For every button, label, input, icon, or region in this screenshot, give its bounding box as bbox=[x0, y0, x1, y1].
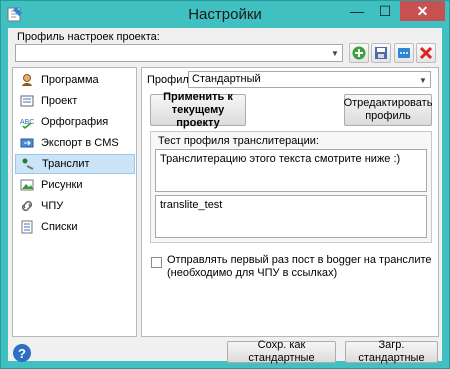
sidebar-item-label: ЧПУ bbox=[41, 200, 64, 212]
help-icon[interactable]: ? bbox=[13, 344, 31, 362]
floppy-icon bbox=[375, 47, 387, 59]
url-icon bbox=[19, 198, 35, 214]
program-icon bbox=[19, 72, 35, 88]
translit-panel: Профиль: Стандартный ▼ Применить к текущ… bbox=[141, 67, 439, 337]
sidebar-item-program[interactable]: Программа bbox=[15, 70, 135, 90]
settings-window: Настройки — ☐ ✕ Профиль настроек проекта… bbox=[0, 0, 450, 369]
chevron-down-icon[interactable]: ▼ bbox=[416, 72, 430, 88]
sidebar-item-export[interactable]: Экспорт в CMS bbox=[15, 133, 135, 153]
delete-icon bbox=[419, 46, 433, 60]
sidebar-item-translit[interactable]: Транслит bbox=[15, 154, 135, 174]
load-default-button[interactable]: Загр. стандартные bbox=[345, 339, 438, 364]
apply-to-project-button[interactable]: Применить к текущему проекту bbox=[150, 91, 246, 129]
export-icon bbox=[19, 135, 35, 151]
title-bar[interactable]: Настройки — ☐ ✕ bbox=[1, 1, 449, 28]
plus-icon bbox=[352, 46, 366, 60]
client-area: Профиль настроек проекта: ▼ Программа Пр… bbox=[8, 28, 442, 364]
profile-label: Профиль настроек проекта: bbox=[17, 31, 160, 43]
translit-icon bbox=[20, 156, 36, 172]
sidebar-item-label: Экспорт в CMS bbox=[41, 137, 119, 149]
sidebar-item-images[interactable]: Рисунки bbox=[15, 175, 135, 195]
images-icon bbox=[19, 177, 35, 193]
sidebar-item-label: Проект bbox=[41, 95, 78, 107]
dots-icon bbox=[398, 48, 410, 58]
sidebar-item-project[interactable]: Проект bbox=[15, 91, 135, 111]
chevron-down-icon[interactable]: ▼ bbox=[328, 45, 342, 61]
save-as-default-button[interactable]: Сохр. как стандартные bbox=[227, 339, 336, 364]
translit-profile-select[interactable]: Стандартный ▼ bbox=[188, 71, 431, 88]
svg-text:ABC: ABC bbox=[20, 119, 34, 126]
minimize-button[interactable]: — bbox=[344, 1, 370, 21]
sidebar-item-url[interactable]: ЧПУ bbox=[15, 196, 135, 216]
sidebar-item-label: Рисунки bbox=[41, 179, 83, 191]
add-profile-button[interactable] bbox=[349, 43, 369, 63]
delete-profile-button[interactable] bbox=[416, 43, 436, 63]
settings-sidebar: Программа Проект ABC Орфография Экспорт … bbox=[12, 67, 137, 337]
translit-profile-value: Стандартный bbox=[192, 73, 261, 85]
translit-post-label[interactable]: Отправлять первый раз пост в bogger на т… bbox=[167, 254, 433, 280]
sidebar-item-lists[interactable]: Списки bbox=[15, 217, 135, 237]
sidebar-item-spelling[interactable]: ABC Орфография bbox=[15, 112, 135, 132]
spelling-icon: ABC bbox=[19, 114, 35, 130]
test-group-title: Тест профиля транслитерации: bbox=[158, 135, 319, 147]
edit-profile-button[interactable]: Отредактировать профиль bbox=[344, 94, 432, 126]
sidebar-item-label: Программа bbox=[41, 74, 99, 86]
sidebar-item-label: Списки bbox=[41, 221, 78, 233]
translit-post-option: Отправлять первый раз пост в bogger на т… bbox=[151, 254, 433, 280]
translit-test-group: Тест профиля транслитерации: Транслитера… bbox=[150, 131, 432, 243]
translit-post-checkbox[interactable] bbox=[151, 257, 162, 268]
test-input-field[interactable]: Транслитерацию этого текста смотрите ниж… bbox=[155, 149, 427, 192]
sidebar-item-label: Орфография bbox=[41, 116, 109, 128]
rename-profile-button[interactable] bbox=[394, 43, 414, 63]
sidebar-item-label: Транслит bbox=[42, 158, 90, 170]
maximize-button[interactable]: ☐ bbox=[372, 1, 398, 21]
close-button[interactable]: ✕ bbox=[400, 1, 445, 21]
save-profile-button[interactable] bbox=[371, 43, 391, 63]
project-icon bbox=[19, 93, 35, 109]
test-output-field[interactable]: translite_test bbox=[155, 195, 427, 238]
lists-icon bbox=[19, 219, 35, 235]
project-profile-select[interactable]: ▼ bbox=[15, 44, 343, 62]
